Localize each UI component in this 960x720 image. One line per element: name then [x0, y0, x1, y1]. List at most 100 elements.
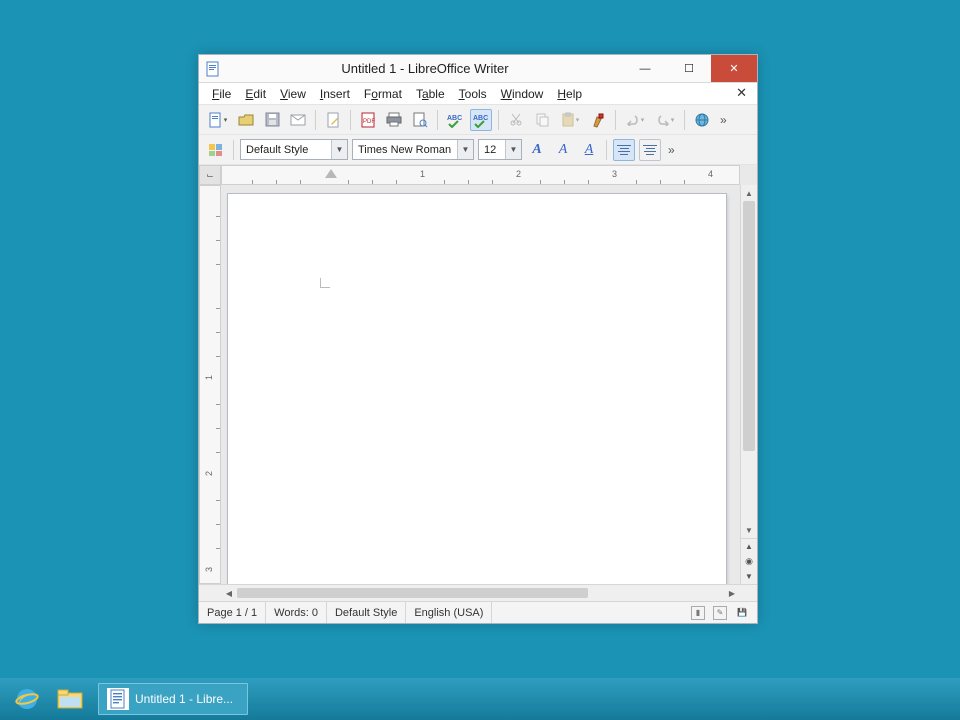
status-page[interactable]: Page 1 / 1	[199, 602, 266, 623]
scroll-left-button[interactable]: ◀	[221, 589, 237, 598]
status-language[interactable]: English (USA)	[406, 602, 492, 623]
font-name-combo[interactable]: Times New Roman ▼	[352, 139, 474, 160]
taskbar-entry-writer[interactable]: Untitled 1 - Libre...	[98, 683, 248, 715]
vruler-label: 1	[204, 375, 214, 380]
align-left-button[interactable]	[613, 139, 635, 161]
underline-button[interactable]: A	[578, 139, 600, 161]
close-document-button[interactable]: ✕	[732, 85, 751, 101]
scroll-down-button[interactable]: ▼	[741, 522, 757, 538]
separator	[233, 140, 234, 160]
vruler-label: 3	[204, 567, 214, 572]
hscroll-track[interactable]	[237, 587, 724, 599]
writer-doc-icon	[107, 688, 129, 710]
separator	[498, 110, 499, 130]
vscroll-track[interactable]	[741, 201, 757, 522]
maximize-button[interactable]: ☐	[667, 55, 711, 82]
hyperlink-button[interactable]	[691, 109, 713, 131]
vertical-scrollbar[interactable]: ▲ ▼ ▲ ◉ ▼	[740, 185, 757, 584]
formatting-toolbar: Default Style ▼ Times New Roman ▼ 12 ▼ A…	[199, 135, 757, 165]
copy-button[interactable]	[531, 109, 553, 131]
minimize-button[interactable]: —	[623, 55, 667, 82]
spellcheck-button[interactable]: ABC	[444, 109, 466, 131]
menu-help[interactable]: Help	[550, 85, 589, 103]
taskbar-explorer-icon[interactable]	[54, 682, 88, 716]
dropdown-icon[interactable]: ▼	[331, 140, 347, 159]
margin-corner-icon	[320, 278, 330, 288]
font-name-value: Times New Roman	[353, 144, 457, 156]
scroll-up-button[interactable]: ▲	[741, 185, 757, 201]
menu-edit[interactable]: Edit	[238, 85, 273, 103]
menubar: File Edit View Insert Format Table Tools…	[199, 83, 757, 105]
standard-toolbar: ▾ PDF ABC ABC ▾ ▾ ▾ »	[199, 105, 757, 135]
print-preview-button[interactable]	[409, 109, 431, 131]
menu-insert[interactable]: Insert	[313, 85, 357, 103]
cut-button[interactable]	[505, 109, 527, 131]
paragraph-style-combo[interactable]: Default Style ▼	[240, 139, 348, 160]
ruler-corner: ⌙	[199, 165, 221, 185]
titlebar[interactable]: Untitled 1 - LibreOffice Writer — ☐ ✕	[199, 55, 757, 83]
status-words[interactable]: Words: 0	[266, 602, 327, 623]
edit-file-button[interactable]	[322, 109, 344, 131]
separator	[437, 110, 438, 130]
menu-window[interactable]: Window	[494, 85, 551, 103]
document-page[interactable]	[227, 193, 727, 584]
save-status-icon[interactable]: 💾	[735, 606, 749, 620]
export-pdf-button[interactable]: PDF	[357, 109, 379, 131]
app-window: Untitled 1 - LibreOffice Writer — ☐ ✕ Fi…	[198, 54, 758, 624]
menu-tools[interactable]: Tools	[452, 85, 494, 103]
redo-button[interactable]: ▾	[652, 109, 678, 131]
menu-format[interactable]: Format	[357, 85, 409, 103]
format-paintbrush-button[interactable]	[587, 109, 609, 131]
menu-file[interactable]: File	[205, 85, 238, 103]
undo-button[interactable]: ▾	[622, 109, 648, 131]
italic-button[interactable]: A	[552, 139, 574, 161]
formatting-more-button[interactable]: »	[665, 143, 678, 157]
dropdown-icon[interactable]: ▼	[505, 140, 521, 159]
svg-text:PDF: PDF	[363, 119, 375, 125]
svg-text:ABC: ABC	[447, 115, 462, 122]
menu-table[interactable]: Table	[409, 85, 452, 103]
menu-view[interactable]: View	[273, 85, 313, 103]
vertical-ruler[interactable]: 1 2 3	[199, 185, 221, 584]
navigation-block: ▲ ◉ ▼	[741, 538, 757, 584]
separator	[315, 110, 316, 130]
font-size-value: 12	[479, 144, 505, 156]
bold-button[interactable]: A	[526, 139, 548, 161]
taskbar: Untitled 1 - Libre...	[0, 678, 960, 720]
new-document-button[interactable]: ▾	[205, 109, 231, 131]
align-center-button[interactable]	[639, 139, 661, 161]
save-button[interactable]	[261, 109, 283, 131]
desktop: Untitled 1 - LibreOffice Writer — ☐ ✕ Fi…	[0, 0, 960, 720]
vscroll-thumb[interactable]	[743, 201, 755, 451]
styles-dialog-button[interactable]	[205, 139, 227, 161]
separator	[350, 110, 351, 130]
open-button[interactable]	[235, 109, 257, 131]
status-style[interactable]: Default Style	[327, 602, 406, 623]
email-button[interactable]	[287, 109, 309, 131]
prev-page-button[interactable]: ▲	[741, 539, 757, 554]
taskbar-ie-icon[interactable]	[10, 682, 44, 716]
signature-icon[interactable]: ✎	[713, 606, 727, 620]
horizontal-ruler-row: ⌙ 1 2 3 4	[199, 165, 757, 185]
hscroll-thumb[interactable]	[237, 588, 588, 598]
ruler-label: 4	[708, 169, 713, 179]
paste-button[interactable]: ▾	[557, 109, 583, 131]
toolbar-more-button[interactable]: »	[717, 113, 730, 127]
nav-select-button[interactable]: ◉	[741, 554, 757, 569]
autospell-button[interactable]: ABC	[470, 109, 492, 131]
writer-app-icon	[205, 61, 221, 77]
next-page-button[interactable]: ▼	[741, 569, 757, 584]
print-button[interactable]	[383, 109, 405, 131]
close-button[interactable]: ✕	[711, 55, 757, 82]
scroll-right-button[interactable]: ▶	[724, 589, 740, 598]
separator	[684, 110, 685, 130]
insert-mode-icon[interactable]: ▮	[691, 606, 705, 620]
paragraph-style-value: Default Style	[241, 144, 331, 156]
vruler-label: 2	[204, 471, 214, 476]
horizontal-scrollbar[interactable]: ◀ ▶	[221, 585, 740, 601]
document-viewport[interactable]	[221, 185, 740, 584]
dropdown-icon[interactable]: ▼	[457, 140, 473, 159]
window-title: Untitled 1 - LibreOffice Writer	[227, 61, 623, 76]
font-size-combo[interactable]: 12 ▼	[478, 139, 522, 160]
horizontal-ruler[interactable]: 1 2 3 4	[221, 165, 740, 185]
